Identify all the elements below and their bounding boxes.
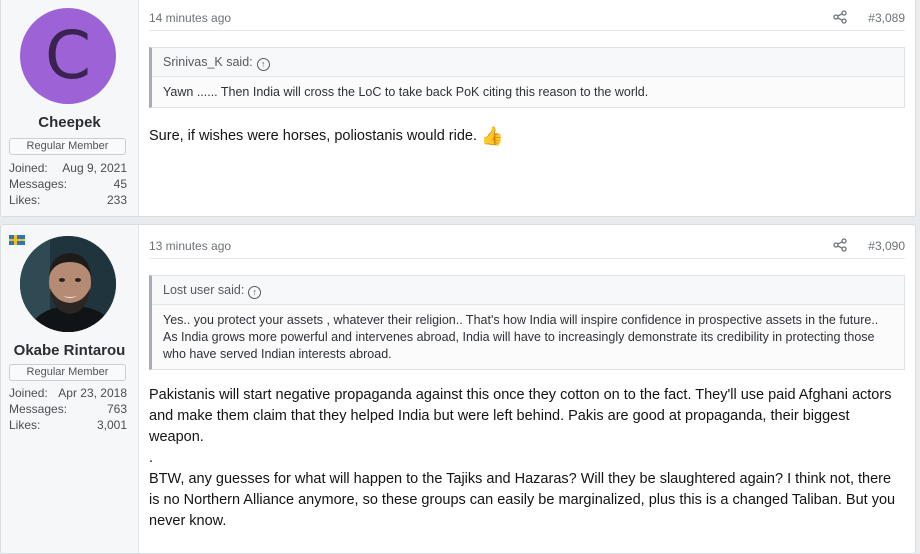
- stat-label: Likes:: [9, 418, 41, 432]
- arrow-up-circle-icon[interactable]: ↑: [256, 58, 270, 71]
- quote-header[interactable]: Lost user said: ↑: [152, 276, 904, 305]
- thumbs-up-emoji: 👍: [481, 126, 504, 146]
- post-paragraph: .: [149, 450, 154, 466]
- user-stats: Joined: Aug 9, 2021 Messages: 45 Likes: 233: [9, 160, 127, 208]
- stat-value: Aug 9, 2021: [62, 161, 127, 175]
- share-icon[interactable]: [833, 238, 847, 252]
- stat-label: Likes:: [9, 193, 41, 207]
- quote-author[interactable]: Lost user said:: [163, 283, 244, 297]
- post-text: Sure, if wishes were horses, poliostanis…: [149, 128, 478, 144]
- quote-text: Yes.. you protect your assets , whatever…: [163, 313, 879, 361]
- forum-post: C Cheepek Regular Member Joined: Aug 9, 2…: [0, 0, 916, 217]
- post-timestamp[interactable]: 14 minutes ago: [149, 11, 231, 25]
- stat-value: 233: [106, 193, 127, 207]
- user-stats: Joined: Apr 23, 2018 Messages: 763 Likes: 3…: [9, 385, 127, 433]
- post-number-link[interactable]: #3,090: [868, 239, 905, 253]
- user-info-panel: Okabe Rintarou Regular Member Joined: Apr…: [1, 225, 139, 553]
- share-icon[interactable]: [833, 10, 847, 24]
- quote-block: Lost user said: ↑ Yes.. you protect your …: [149, 275, 905, 370]
- user-info-panel: C Cheepek Regular Member Joined: Aug 9, 2…: [1, 0, 139, 216]
- post-body: Pakistanis will start negative propagand…: [149, 385, 903, 532]
- post-number-link[interactable]: #3,089: [868, 11, 905, 25]
- stat-label: Messages:: [9, 177, 68, 191]
- stat-label: Joined:: [9, 386, 48, 400]
- sweden-flag-icon: [9, 235, 25, 245]
- stat-label: Joined:: [9, 161, 48, 175]
- quote-block: Srinivas_K said: ↑ Yawn ...... Then India…: [149, 47, 905, 108]
- post-paragraph: BTW, any guesses for what will happen to…: [149, 471, 896, 529]
- stat-value: 3,001: [96, 418, 127, 432]
- forum-post: Okabe Rintarou Regular Member Joined: Apr…: [0, 224, 916, 554]
- post-body: Sure, if wishes were horses, poliostanis…: [149, 126, 903, 147]
- post-meta: 14 minutes ago #3,089: [149, 8, 905, 31]
- username[interactable]: Okabe Rintarou: [1, 342, 138, 359]
- avatar[interactable]: C: [20, 8, 116, 104]
- stat-value: 45: [113, 177, 127, 191]
- stat-value: 763: [106, 402, 127, 416]
- stat-value: Apr 23, 2018: [58, 386, 127, 400]
- post-paragraph: Pakistanis will start negative propagand…: [149, 387, 892, 445]
- quote-header[interactable]: Srinivas_K said: ↑: [152, 48, 904, 77]
- post-meta: 13 minutes ago #3,090: [149, 236, 905, 259]
- post-timestamp[interactable]: 13 minutes ago: [149, 239, 231, 253]
- avatar[interactable]: [20, 236, 116, 332]
- quote-text: Yawn ...... Then India will cross the Lo…: [163, 85, 649, 99]
- username[interactable]: Cheepek: [1, 114, 138, 131]
- arrow-up-circle-icon[interactable]: ↑: [248, 286, 262, 299]
- stat-label: Messages:: [9, 402, 68, 416]
- user-role-badge: Regular Member: [9, 364, 126, 381]
- avatar-photo-image: [20, 236, 116, 332]
- quote-author[interactable]: Srinivas_K said:: [163, 55, 253, 69]
- user-role-badge: Regular Member: [9, 138, 126, 155]
